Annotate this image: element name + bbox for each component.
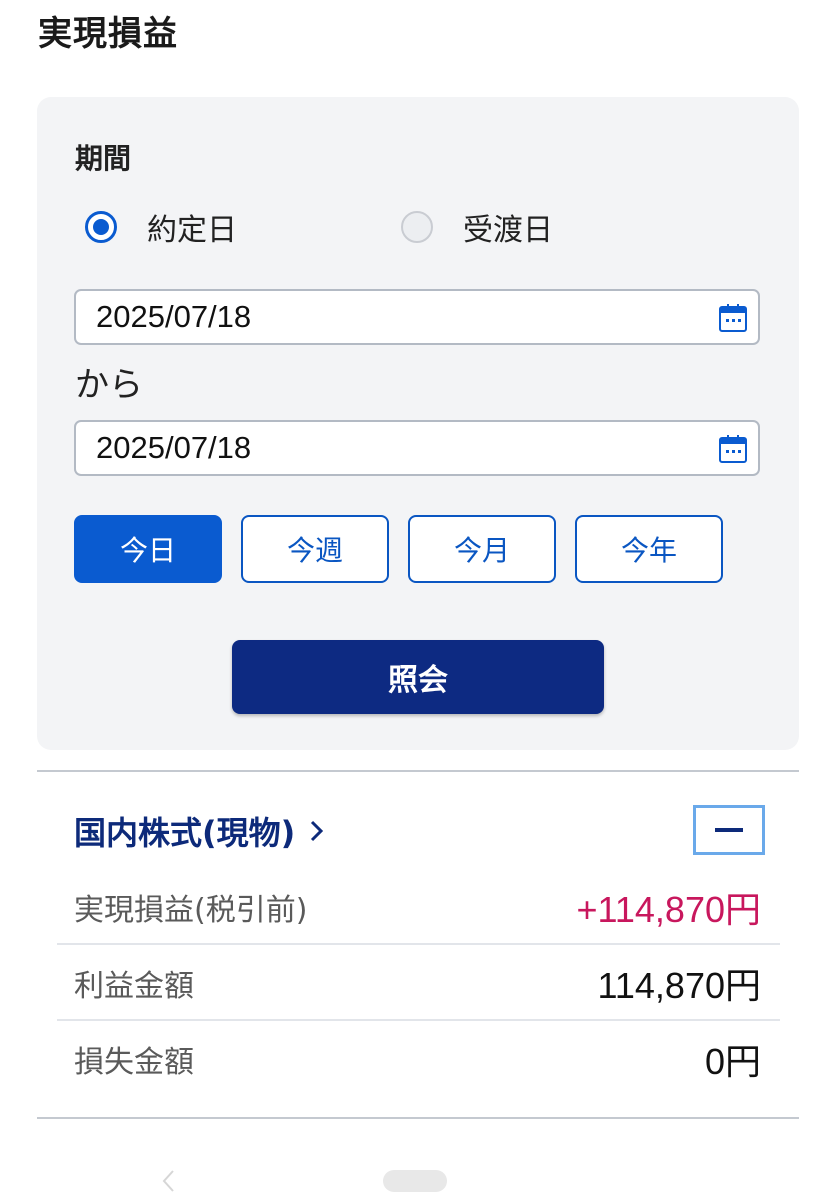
to-date-field[interactable]: 2025/07/18 bbox=[74, 420, 760, 476]
row-label: 損失金額 bbox=[74, 1045, 194, 1080]
period-label: 期間 bbox=[75, 142, 132, 175]
today-button[interactable]: 今日 bbox=[74, 515, 222, 583]
to-date-value[interactable]: 2025/07/18 bbox=[96, 430, 251, 466]
from-date-field[interactable]: 2025/07/18 bbox=[74, 289, 760, 345]
filter-panel: 期間 約定日 受渡日 2025/07/18 から 2025/07/18 今日 今… bbox=[37, 97, 799, 750]
radio-checked-icon[interactable] bbox=[85, 211, 117, 243]
back-icon[interactable] bbox=[160, 1168, 176, 1194]
radio-unchecked-icon[interactable] bbox=[401, 211, 433, 243]
row-label: 利益金額 bbox=[74, 969, 194, 1004]
chevron-right-icon[interactable] bbox=[309, 819, 325, 843]
table-row: 利益金額 114,870円 bbox=[57, 945, 780, 1021]
minus-icon bbox=[715, 828, 743, 832]
section-divider-bottom bbox=[37, 1117, 799, 1119]
radio-trade-date-label: 約定日 bbox=[147, 213, 237, 248]
profit-amount-value: 114,870円 bbox=[597, 965, 761, 1006]
this-month-button[interactable]: 今月 bbox=[408, 515, 556, 583]
calendar-icon[interactable] bbox=[718, 434, 748, 464]
table-row: 実現損益(税引前) +114,870円 bbox=[57, 869, 780, 945]
range-separator-label: から bbox=[75, 365, 143, 405]
section-divider-top bbox=[37, 770, 799, 772]
radio-trade-date[interactable]: 約定日 bbox=[85, 205, 237, 249]
page-title: 実現損益 bbox=[38, 14, 178, 54]
this-year-button[interactable]: 今年 bbox=[575, 515, 723, 583]
collapse-button[interactable] bbox=[693, 805, 765, 855]
domestic-stock-link[interactable]: 国内株式(現物) bbox=[74, 808, 325, 854]
loss-amount-value: 0円 bbox=[704, 1041, 761, 1082]
table-row: 損失金額 0円 bbox=[57, 1021, 780, 1097]
calendar-icon[interactable] bbox=[718, 303, 748, 333]
this-week-button[interactable]: 今週 bbox=[241, 515, 389, 583]
from-date-value[interactable]: 2025/07/18 bbox=[96, 299, 251, 335]
section-title[interactable]: 国内株式(現物) bbox=[74, 808, 295, 854]
radio-settlement-date-label: 受渡日 bbox=[463, 213, 553, 248]
realized-pl-value: +114,870円 bbox=[576, 889, 761, 930]
row-label: 実現損益(税引前) bbox=[74, 893, 308, 928]
inquiry-button[interactable]: 照会 bbox=[232, 640, 604, 714]
home-pill[interactable] bbox=[383, 1170, 447, 1192]
radio-settlement-date[interactable]: 受渡日 bbox=[401, 205, 553, 249]
